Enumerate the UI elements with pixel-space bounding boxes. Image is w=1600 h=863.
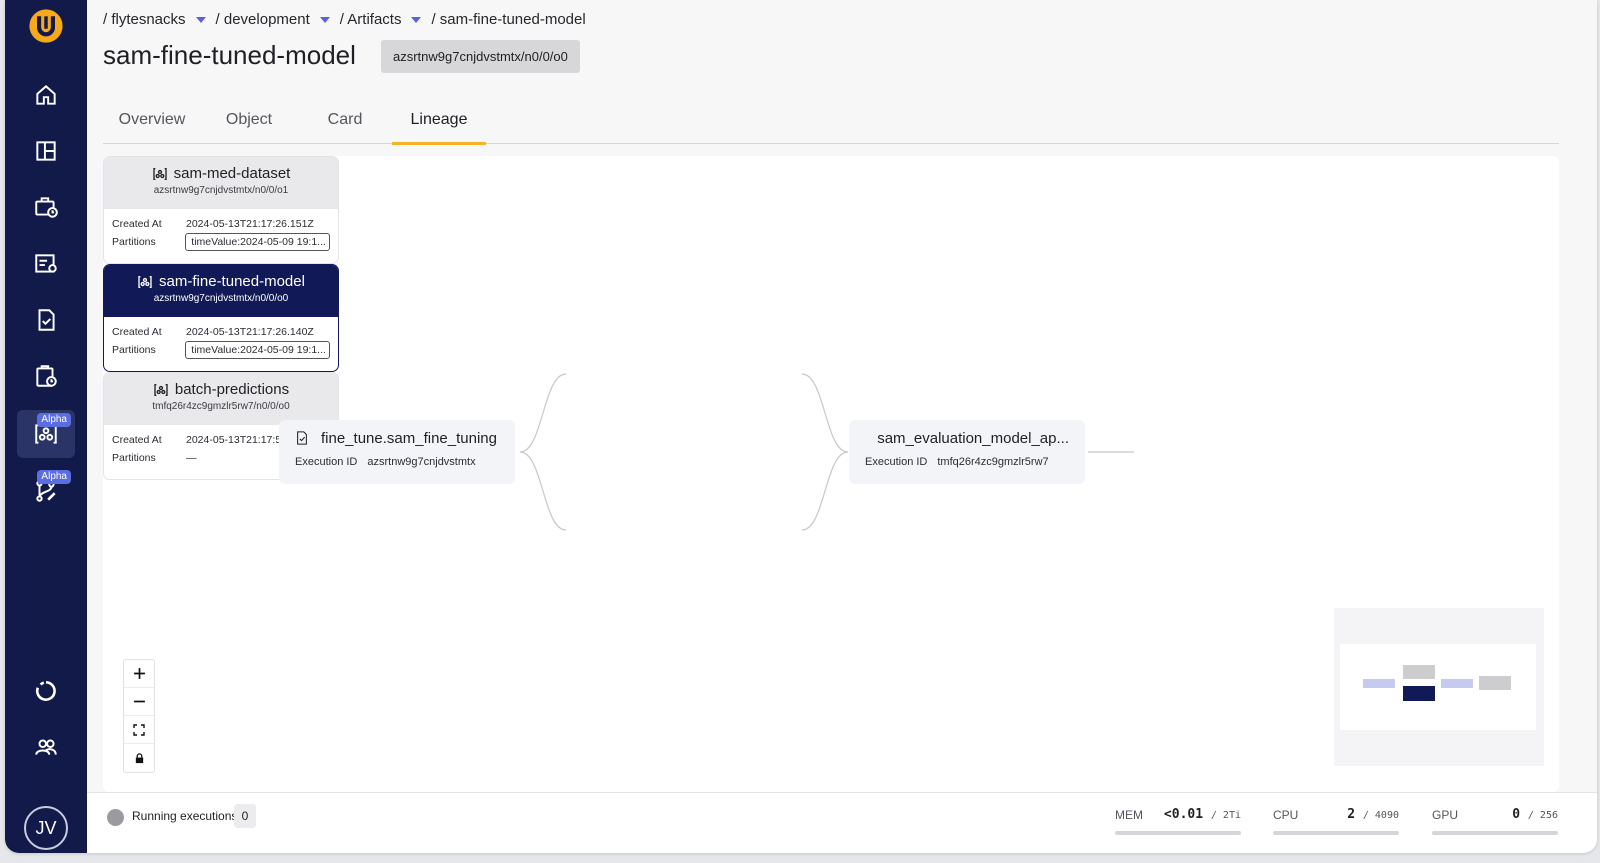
chevron-down-icon[interactable]	[411, 16, 422, 23]
execution-id[interactable]: azsrtnw9g7cnjdvstmtx	[367, 456, 475, 468]
gpu-meter: GPU 0 / 256	[1432, 805, 1558, 835]
fit-view-icon	[133, 723, 145, 736]
tab-bar: Overview Object Card Lineage	[103, 96, 1559, 145]
cpu-label: CPU	[1273, 808, 1299, 822]
logo[interactable]	[17, 2, 75, 50]
cpu-bar	[1273, 831, 1399, 835]
clipboard-clock-icon	[36, 365, 57, 387]
tab-lineage[interactable]: Lineage	[392, 96, 486, 145]
minimap-node	[1363, 679, 1395, 688]
tab-card[interactable]: Card	[305, 96, 385, 144]
running-executions-label[interactable]: Running executions	[132, 809, 237, 823]
running-executions-count: 0	[234, 804, 256, 828]
sidebar-item-users[interactable]	[17, 723, 75, 771]
document-check-icon	[38, 309, 55, 331]
dashboard-icon	[36, 141, 56, 161]
sidebar-item-schedules[interactable]	[17, 352, 75, 400]
sidebar-item-executions[interactable]	[17, 240, 75, 288]
alpha-badge: Alpha	[37, 470, 71, 484]
sidebar-item-usage[interactable]	[17, 667, 75, 715]
running-status-icon	[107, 809, 124, 826]
cpu-meter: CPU 2 / 4090	[1273, 805, 1399, 835]
task-node-evaluation[interactable]: sam_evaluation_model_ap... Execution ID …	[849, 420, 1085, 484]
cpu-value: 2	[1347, 807, 1356, 822]
status-footer: Running executions 0 MEM <0.01 / 2Ti CPU…	[87, 792, 1597, 853]
breadcrumb-project[interactable]: / flytesnacks	[103, 11, 186, 28]
cpu-total: / 4090	[1362, 810, 1399, 821]
tab-object[interactable]: Object	[209, 96, 289, 144]
page-title: sam-fine-tuned-model	[103, 40, 356, 70]
mem-meter: MEM <0.01 / 2Ti	[1115, 805, 1241, 835]
gpu-total: / 256	[1527, 810, 1558, 821]
artifact-id-chip[interactable]: azsrtnw9g7cnjdvstmtx/n0/0/o0	[381, 40, 580, 73]
gpu-label: GPU	[1432, 808, 1459, 822]
briefcase-clock-icon	[35, 197, 58, 218]
minimap-node	[1403, 686, 1435, 701]
task-name: sam_evaluation_model_ap...	[877, 429, 1069, 447]
avatar[interactable]: JV	[24, 806, 68, 850]
mem-label: MEM	[1115, 808, 1143, 822]
execution-id-label: Execution ID	[865, 456, 928, 468]
zoom-controls	[123, 659, 155, 773]
breadcrumb-domain[interactable]: / development	[216, 11, 310, 28]
app-window: Alpha Alpha JV / flytesnacks / developme…	[5, 0, 1597, 853]
sidebar-item-lineage[interactable]: Alpha	[17, 467, 75, 515]
breadcrumb: / flytesnacks / development / Artifacts …	[103, 11, 586, 28]
task-node-fine-tune[interactable]: fine_tune.sam_fine_tuning Execution ID a…	[279, 420, 515, 484]
execution-id[interactable]: tmfq26r4zc9gmzlr5rw7	[937, 456, 1048, 468]
alpha-badge: Alpha	[37, 413, 71, 427]
minimap-viewport	[1340, 644, 1536, 730]
breadcrumb-artifacts[interactable]: / Artifacts	[340, 11, 402, 28]
lock-button[interactable]	[124, 744, 154, 772]
breadcrumb-current: / sam-fine-tuned-model	[431, 11, 586, 28]
home-icon	[36, 85, 56, 105]
task-name: fine_tune.sam_fine_tuning	[321, 429, 497, 447]
donut-chart-icon	[35, 681, 56, 701]
chevron-down-icon[interactable]	[319, 16, 330, 23]
sidebar: Alpha Alpha JV	[5, 0, 87, 853]
gpu-value: 0	[1512, 807, 1521, 822]
lock-icon	[135, 752, 143, 763]
chevron-down-icon[interactable]	[195, 16, 206, 23]
mem-total: / 2Ti	[1210, 810, 1241, 821]
minus-icon	[133, 700, 145, 703]
minimap[interactable]	[1334, 608, 1544, 766]
zoom-in-button[interactable]	[124, 660, 154, 688]
minimap-node	[1479, 676, 1511, 690]
fit-view-button[interactable]	[124, 716, 154, 744]
plus-icon	[133, 668, 145, 679]
execution-id-label: Execution ID	[295, 456, 358, 468]
mem-bar	[1115, 831, 1241, 835]
sidebar-item-dashboard[interactable]	[17, 127, 75, 175]
minimap-node	[1441, 679, 1473, 688]
sidebar-item-tasks[interactable]	[17, 296, 75, 344]
minimap-node	[1403, 665, 1435, 679]
mem-value: <0.01	[1163, 807, 1204, 822]
list-settings-icon	[35, 254, 57, 273]
sidebar-item-artifacts[interactable]: Alpha	[17, 410, 75, 458]
document-check-icon	[297, 431, 307, 445]
gpu-bar	[1432, 831, 1558, 835]
sidebar-item-home[interactable]	[17, 71, 75, 119]
sidebar-item-launch-plans[interactable]	[17, 183, 75, 231]
users-icon	[35, 739, 57, 755]
union-logo-icon	[29, 9, 63, 43]
tab-overview[interactable]: Overview	[103, 96, 201, 144]
zoom-out-button[interactable]	[124, 688, 154, 716]
